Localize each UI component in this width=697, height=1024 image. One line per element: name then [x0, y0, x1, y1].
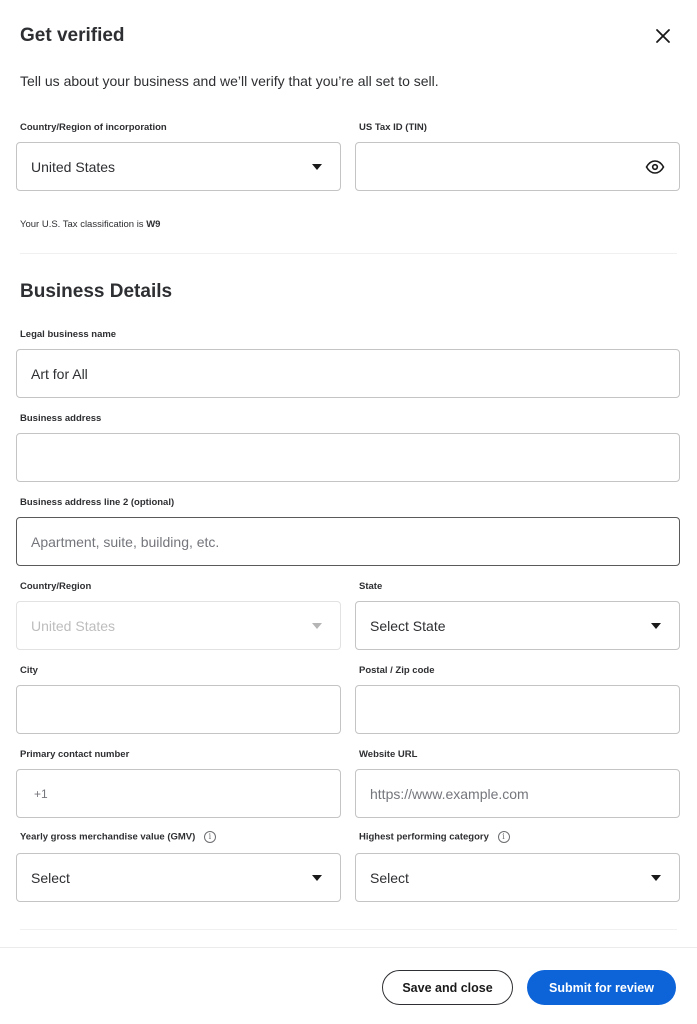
submit-for-review-button[interactable]: Submit for review	[527, 970, 676, 1005]
modal-title: Get verified	[20, 25, 125, 46]
zip-label: Postal / Zip code	[359, 665, 435, 676]
get-verified-modal: Get verified Tell us about your business…	[0, 0, 697, 1024]
country-incorporation-value: United States	[31, 158, 116, 175]
state-select[interactable]: Select State	[355, 601, 680, 650]
zip-input[interactable]	[355, 685, 680, 734]
chevron-down-icon	[312, 622, 322, 629]
info-icon[interactable]: i	[497, 831, 510, 843]
footer-divider	[0, 947, 697, 948]
country-label: Country/Region	[20, 581, 92, 592]
info-icon[interactable]: i	[203, 831, 216, 843]
city-label: City	[20, 665, 38, 676]
chevron-down-icon	[651, 622, 661, 629]
modal-header: Get verified	[20, 24, 677, 50]
business-details-title: Business Details	[20, 281, 173, 302]
legal-name-value: Art for All	[31, 365, 88, 382]
category-select[interactable]: Select	[355, 853, 680, 902]
address-input[interactable]	[16, 433, 680, 482]
address2-placeholder: Apartment, suite, building, etc.	[31, 533, 220, 550]
close-icon	[656, 29, 670, 43]
gmv-select[interactable]: Select	[16, 853, 341, 902]
city-input[interactable]	[16, 685, 341, 734]
intro-text: Tell us about your business and we’ll ve…	[20, 73, 439, 89]
eye-icon[interactable]	[645, 159, 665, 175]
tax-classification-value: W9	[146, 219, 161, 230]
phone-prefix: +1	[34, 786, 48, 801]
chevron-down-icon	[651, 874, 661, 881]
save-and-close-button[interactable]: Save and close	[382, 970, 513, 1005]
address-label: Business address	[20, 413, 102, 424]
country-incorporation-label: Country/Region of incorporation	[20, 122, 167, 133]
gmv-label-row: Yearly gross merchandise value (GMV) i	[20, 831, 216, 843]
tax-classification-note: Your U.S. Tax classification is W9	[20, 219, 160, 230]
phone-input[interactable]: +1	[16, 769, 341, 818]
address2-label: Business address line 2 (optional)	[20, 497, 175, 508]
gmv-value: Select	[31, 869, 70, 886]
chevron-down-icon	[312, 874, 322, 881]
gmv-label: Yearly gross merchandise value (GMV)	[20, 831, 196, 843]
phone-label: Primary contact number	[20, 749, 130, 760]
website-input[interactable]: https://www.example.com	[355, 769, 680, 818]
country-select: United States	[16, 601, 341, 650]
address2-input[interactable]: Apartment, suite, building, etc.	[16, 517, 680, 566]
chevron-down-icon	[312, 163, 322, 170]
website-label: Website URL	[359, 749, 418, 760]
category-label-row: Highest performing category i	[359, 831, 510, 843]
country-incorporation-select[interactable]: United States	[16, 142, 341, 191]
tin-label: US Tax ID (TIN)	[359, 122, 427, 133]
state-label: State	[359, 581, 383, 592]
tin-input[interactable]	[355, 142, 680, 191]
country-value: United States	[31, 617, 116, 634]
website-placeholder: https://www.example.com	[370, 785, 529, 802]
section-divider	[20, 253, 677, 254]
category-label: Highest performing category	[359, 831, 489, 843]
close-button[interactable]	[651, 24, 675, 48]
legal-name-label: Legal business name	[20, 329, 117, 340]
tax-note-text: Your U.S. Tax classification is	[20, 219, 144, 230]
state-value: Select State	[370, 617, 446, 634]
legal-name-input[interactable]: Art for All	[16, 349, 680, 398]
category-value: Select	[370, 869, 409, 886]
section-divider	[20, 929, 677, 930]
